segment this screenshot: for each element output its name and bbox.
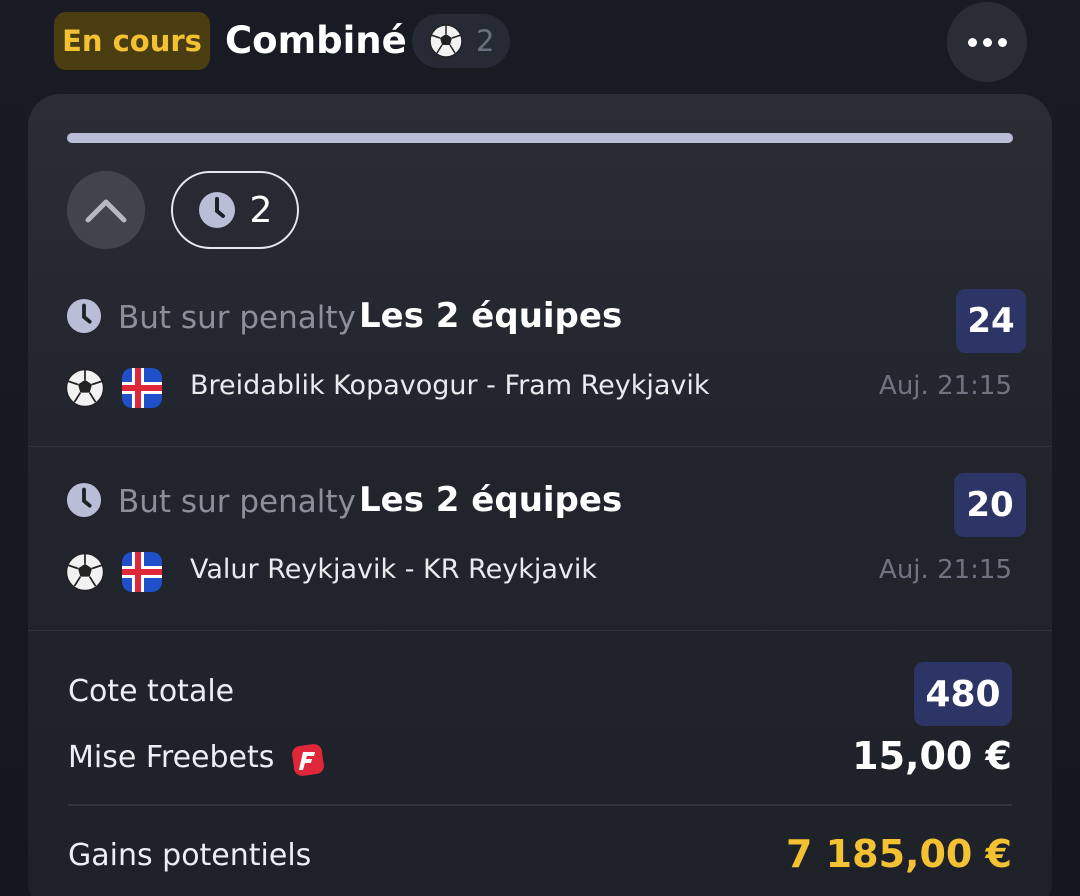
- odds-badge: 24: [956, 289, 1026, 353]
- pending-count: 2: [249, 189, 273, 231]
- soccer-ball-icon: [65, 368, 105, 408]
- page-title: Combiné: [225, 19, 407, 62]
- bet-header: En cours Combiné 2: [0, 0, 1080, 90]
- total-odds-row: Cote totale 480: [68, 662, 1012, 726]
- stake-value: 15,00 €: [852, 734, 1012, 778]
- status-badge: En cours: [54, 12, 210, 70]
- iceland-flag-icon: [122, 552, 162, 592]
- match-time: Auj. 21:15: [879, 371, 1012, 401]
- market-label: But sur penalty: [118, 300, 356, 336]
- collapse-button[interactable]: [67, 171, 145, 249]
- selection-count: 2: [476, 24, 495, 58]
- pick-label: Les 2 équipes: [359, 296, 623, 336]
- clock-icon: [66, 482, 102, 518]
- dot-icon: [982, 37, 992, 47]
- potential-gains-value: 7 185,00 €: [786, 832, 1012, 876]
- bet-detail-screen: En cours Combiné 2 2 But sur penalty Les…: [0, 0, 1080, 896]
- more-options-button[interactable]: [947, 2, 1027, 82]
- match-name: Breidablik Kopavogur - Fram Reykjavik: [190, 370, 710, 401]
- match-name: Valur Reykjavik - KR Reykjavik: [190, 554, 598, 585]
- odds-badge: 20: [954, 473, 1026, 537]
- dot-icon: [997, 37, 1007, 47]
- sport-selection-count: 2: [412, 14, 510, 68]
- clock-icon: [198, 192, 235, 228]
- bet-progress-bar: [67, 133, 1013, 143]
- freebet-icon: [291, 743, 324, 776]
- bet-card: 2 But sur penalty Les 2 équipes 24 Breid…: [28, 94, 1052, 896]
- clock-icon: [66, 298, 102, 334]
- market-label: But sur penalty: [118, 484, 356, 520]
- total-odds-label: Cote totale: [68, 674, 235, 709]
- divider: [28, 446, 1052, 447]
- soccer-ball-icon: [65, 552, 105, 592]
- potential-gains-row: Gains potentiels 7 185,00 €: [68, 832, 1012, 876]
- stake-label: Mise Freebets: [68, 740, 275, 775]
- dot-icon: [967, 37, 977, 47]
- match-time: Auj. 21:15: [879, 555, 1012, 585]
- pick-label: Les 2 équipes: [359, 480, 623, 520]
- pending-selections-filter[interactable]: 2: [171, 171, 299, 249]
- soccer-ball-icon: [429, 24, 463, 58]
- divider: [68, 804, 1012, 806]
- divider: [28, 630, 1052, 631]
- potential-gains-label: Gains potentiels: [68, 838, 312, 873]
- chevron-up-icon: [85, 199, 127, 223]
- selection-item[interactable]: But sur penalty Les 2 équipes 20 Valur R…: [28, 473, 1052, 660]
- stake-row: Mise Freebets 15,00 €: [68, 734, 1012, 778]
- selection-item[interactable]: But sur penalty Les 2 équipes 24 Breidab…: [28, 289, 1052, 476]
- iceland-flag-icon: [122, 368, 162, 408]
- total-odds-badge: 480: [914, 662, 1012, 726]
